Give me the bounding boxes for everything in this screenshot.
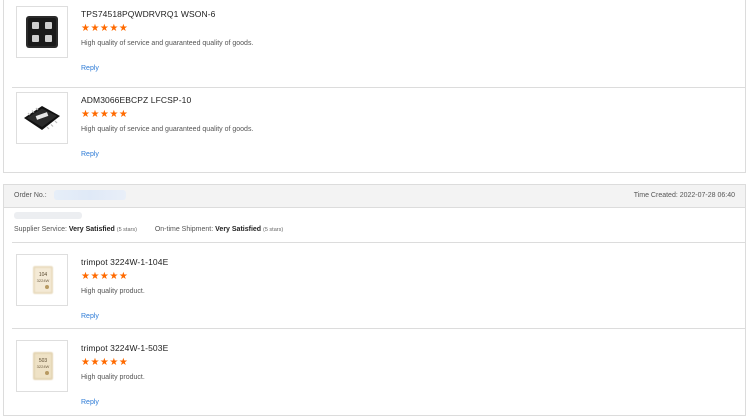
trimpot-icon: 503 3224W (33, 352, 53, 380)
reply-link[interactable]: Reply (81, 65, 99, 72)
reply-link[interactable]: Reply (81, 151, 99, 158)
order-number-label: Order No.: (14, 192, 47, 199)
lfcsp-chip-icon (24, 106, 60, 130)
order-number-redacted (54, 190, 126, 200)
supplier-service-label: Supplier Service: (14, 226, 67, 233)
review-item: 104 3224W trimpot 3224W-1-104E ★★★★★ Hig… (12, 248, 745, 334)
reply-link[interactable]: Reply (81, 313, 99, 320)
svg-text:3224W: 3224W (37, 364, 50, 369)
product-name[interactable]: trimpot 3224W-1-104E (81, 257, 168, 267)
divider (12, 328, 745, 329)
rating-stars: ★★★★★ (81, 357, 129, 368)
rating-stars: ★★★★★ (81, 109, 129, 120)
review-comment: High quality product. (81, 288, 145, 295)
review-panel-previous: TPS74518PQWDRVRQ1 WSON-6 ★★★★★ High qual… (3, 0, 746, 173)
shipment-label: On-time Shipment: (154, 226, 214, 233)
order-ratings: Supplier Service: Very Satisfied (5 star… (14, 226, 283, 233)
review-comment: High quality of service and guaranteed q… (81, 40, 254, 47)
reply-link[interactable]: Reply (81, 399, 99, 406)
review-item: TPS74518PQWDRVRQ1 WSON-6 ★★★★★ High qual… (12, 0, 745, 86)
product-name[interactable]: trimpot 3224W-1-503E (81, 343, 168, 353)
product-name[interactable]: TPS74518PQWDRVRQ1 WSON-6 (81, 9, 216, 19)
product-thumbnail[interactable]: 503 3224W (16, 340, 68, 392)
review-item: ADM3066EBCPZ LFCSP-10 ★★★★★ High quality… (12, 86, 745, 172)
wson-chip-icon (26, 16, 58, 48)
time-created: Time Created: 2022-07-28 06:40 (633, 192, 735, 199)
divider (12, 242, 745, 243)
review-item: 503 3224W trimpot 3224W-1-503E ★★★★★ Hig… (12, 334, 745, 420)
supplier-service-stars: (5 stars) (116, 227, 137, 233)
product-thumbnail[interactable]: 104 3224W (16, 254, 68, 306)
svg-text:3224W: 3224W (37, 278, 50, 283)
product-thumbnail[interactable] (16, 92, 68, 144)
product-thumbnail[interactable] (16, 6, 68, 58)
supplier-service-value: Very Satisfied (68, 226, 115, 233)
shipment-value: Very Satisfied (215, 226, 262, 233)
rating-stars: ★★★★★ (81, 23, 129, 34)
review-comment: High quality of service and guaranteed q… (81, 126, 254, 133)
trimpot-icon: 104 3224W (33, 266, 53, 294)
order-review-panel: Order No.: Time Created: 2022-07-28 06:4… (3, 184, 746, 416)
redacted-text (14, 212, 82, 219)
shipment-stars: (5 stars) (263, 227, 284, 233)
product-name[interactable]: ADM3066EBCPZ LFCSP-10 (81, 95, 191, 105)
review-comment: High quality product. (81, 374, 145, 381)
order-header: Order No.: Time Created: 2022-07-28 06:4… (4, 185, 745, 208)
rating-stars: ★★★★★ (81, 271, 129, 282)
